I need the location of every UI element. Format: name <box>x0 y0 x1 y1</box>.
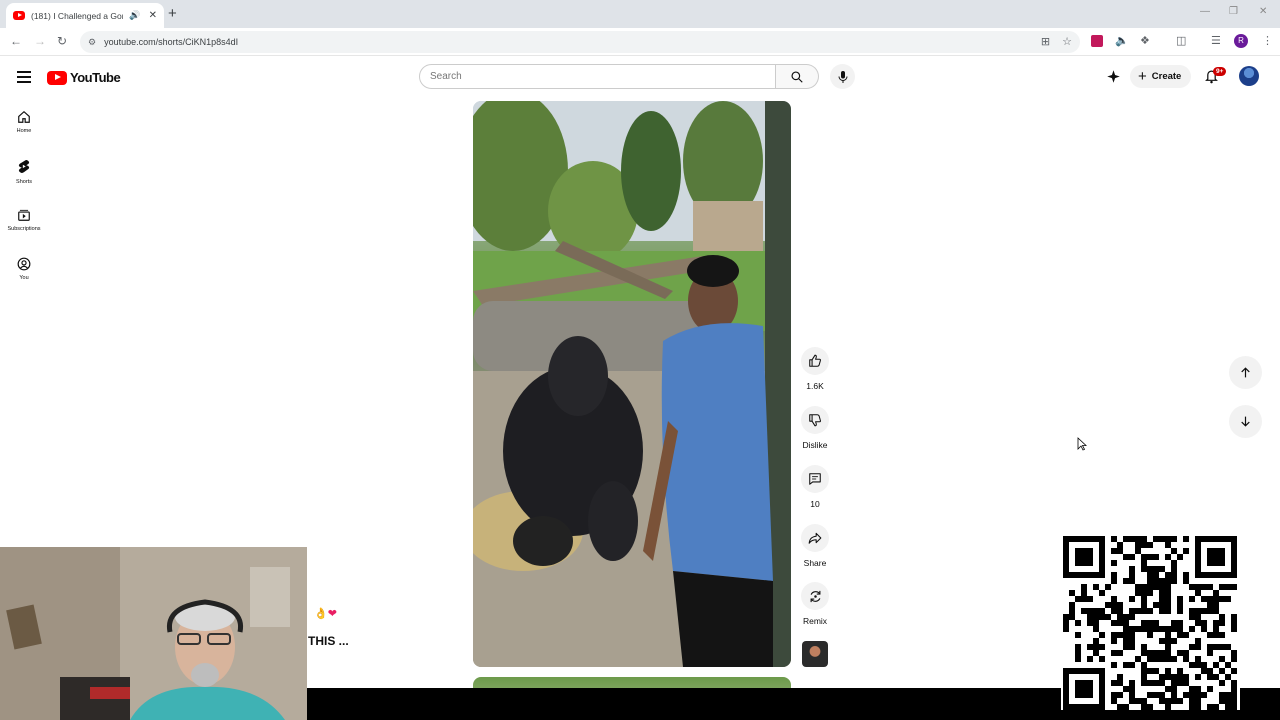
search-button[interactable] <box>776 64 819 89</box>
caption-emoji: 👌❤ <box>314 608 337 620</box>
youtube-play-icon <box>47 70 67 85</box>
arrow-down-icon <box>1241 416 1250 427</box>
restore-icon[interactable]: ❐ <box>1229 6 1238 17</box>
search-input[interactable] <box>419 64 776 89</box>
video-caption-fragment: THIS ... <box>308 634 349 648</box>
you-icon <box>17 257 31 271</box>
dislike-label: Dislike <box>802 440 828 450</box>
create-button[interactable]: + Create <box>1130 65 1192 88</box>
sidebar-item-subscriptions[interactable]: Subscriptions <box>0 208 48 232</box>
previous-short-button[interactable] <box>1229 356 1262 389</box>
media-control-icon[interactable]: ☰ <box>1211 34 1221 47</box>
sound-channel-thumbnail[interactable] <box>802 641 828 667</box>
qr-code <box>1061 535 1240 710</box>
comment-count: 10 <box>810 499 820 509</box>
youtube-favicon-icon <box>13 11 25 20</box>
thumbs-up-icon <box>809 354 821 367</box>
media-audio-icon[interactable]: 🔈 <box>1115 34 1129 47</box>
extensions-puzzle-icon[interactable]: ❖ <box>1140 34 1150 47</box>
new-tab-icon[interactable]: + <box>168 5 177 22</box>
hamburger-menu-icon[interactable] <box>17 71 31 83</box>
like-button[interactable]: 1.6K <box>801 347 829 391</box>
bookmark-star-icon[interactable]: ☆ <box>1062 35 1072 48</box>
create-label: Create <box>1151 71 1182 82</box>
browser-toolbar: ← → ↻ ⚙ youtube.com/shorts/CiKN1p8s4dI ⊞… <box>0 28 1280 56</box>
side-panel-icon[interactable]: ◫ <box>1176 34 1186 47</box>
forward-icon[interactable]: → <box>34 34 46 48</box>
qr-code-image <box>1063 536 1237 710</box>
plus-icon: + <box>1138 68 1147 85</box>
shorts-video-player[interactable] <box>473 101 791 667</box>
next-short-button[interactable] <box>1229 405 1262 438</box>
home-icon <box>18 110 30 123</box>
audio-playing-icon[interactable]: 🔊 <box>129 10 140 21</box>
sidebar-item-shorts[interactable]: Shorts <box>0 159 48 185</box>
minimize-icon[interactable]: — <box>1200 6 1210 17</box>
youtube-logo-text: YouTube <box>70 70 121 85</box>
tab-title: (181) I Challenged a Gorilla <box>31 10 124 21</box>
window-close-icon[interactable]: ✕ <box>1259 6 1267 17</box>
like-count: 1.6K <box>806 381 824 391</box>
browser-profile-avatar[interactable]: R <box>1234 34 1248 48</box>
comment-icon <box>809 473 821 485</box>
notification-badge: 9+ <box>1213 67 1227 76</box>
sidebar-item-you[interactable]: You <box>0 257 48 281</box>
extension-icon[interactable] <box>1091 35 1103 47</box>
dislike-button[interactable]: Dislike <box>801 406 829 450</box>
address-bar[interactable]: ⚙ youtube.com/shorts/CiKN1p8s4dI ⊞ ☆ <box>80 31 1080 53</box>
search-box <box>419 64 819 89</box>
share-label: Share <box>803 558 827 568</box>
subscriptions-icon <box>18 209 30 221</box>
webcam-overlay <box>0 547 307 720</box>
reload-icon[interactable]: ↻ <box>57 34 67 48</box>
comments-button[interactable]: 10 <box>801 465 829 509</box>
remix-label: Remix <box>802 616 828 626</box>
video-frame-image <box>473 101 791 667</box>
sidebar-item-label: Shorts <box>16 179 32 185</box>
install-app-icon[interactable]: ⊞ <box>1041 35 1050 48</box>
ai-sparkle-icon[interactable] <box>1106 69 1121 89</box>
sidebar-item-label: Home <box>16 128 32 134</box>
sidebar-item-home[interactable]: Home <box>0 110 48 134</box>
back-icon[interactable]: ← <box>10 34 22 48</box>
arrow-up-icon <box>1241 367 1250 378</box>
share-button[interactable]: Share <box>801 524 829 568</box>
youtube-masthead: YouTube + Create 9+ <box>0 56 1280 100</box>
tab-close-icon[interactable]: ✕ <box>149 10 157 21</box>
voice-search-button[interactable] <box>830 64 855 89</box>
webcam-feed-image <box>0 547 307 720</box>
account-avatar[interactable] <box>1239 66 1259 86</box>
site-info-icon[interactable]: ⚙ <box>88 37 96 48</box>
url-text[interactable]: youtube.com/shorts/CiKN1p8s4dI <box>104 37 238 47</box>
search-icon <box>791 70 803 83</box>
mouse-cursor-icon <box>1077 437 1087 451</box>
youtube-logo[interactable]: YouTube <box>47 70 121 85</box>
sidebar-item-label: You <box>19 275 29 281</box>
browser-tab-bar: (181) I Challenged a Gorilla 🔊 ✕ + — ❐ ✕ <box>0 0 1280 28</box>
remix-button[interactable]: Remix <box>801 582 829 626</box>
microphone-icon <box>838 70 847 83</box>
thumbs-down-icon <box>809 414 821 427</box>
sidebar-item-label: Subscriptions <box>7 226 41 232</box>
remix-icon <box>810 590 820 602</box>
share-icon <box>808 532 822 544</box>
browser-menu-icon[interactable]: ⋮ <box>1262 34 1273 47</box>
browser-tab[interactable]: (181) I Challenged a Gorilla 🔊 ✕ <box>6 3 164 28</box>
shorts-icon <box>18 159 30 173</box>
